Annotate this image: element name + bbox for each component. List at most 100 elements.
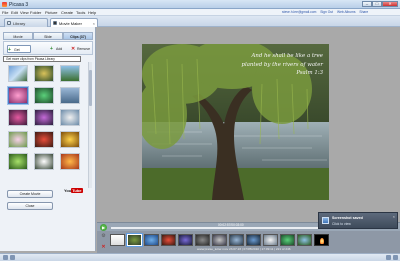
menu-edit[interactable]: Edit <box>11 10 18 15</box>
minimize-button[interactable]: – <box>362 1 372 7</box>
close-button[interactable]: Close <box>7 202 53 210</box>
status-bar <box>0 253 400 261</box>
playback-time: 00:02:57/00:03:00 <box>218 223 244 227</box>
tag-icon[interactable] <box>10 255 15 260</box>
filmstrip-thumbnail[interactable] <box>127 234 142 246</box>
share-link[interactable]: Share <box>359 10 368 14</box>
user-links: steve.h.lee@gmail.com Sign Out Web Album… <box>282 10 371 14</box>
picasa-logo-icon <box>2 2 7 7</box>
screenshot-icon <box>322 217 329 224</box>
screenshot-notification[interactable]: Screenshot saved Click to view × <box>318 212 398 229</box>
tab-clips[interactable]: Clips (37) <box>63 32 93 40</box>
clip-thumbnail[interactable] <box>34 65 54 82</box>
clip-thumbnail[interactable] <box>34 131 54 148</box>
filmstrip-thumbnail[interactable] <box>280 234 295 246</box>
settings-gear-icon[interactable]: ⚙ <box>100 233 107 239</box>
add-label: Add <box>56 47 63 51</box>
filmstrip-thumbnail[interactable] <box>212 234 227 246</box>
tab-movie-maker[interactable]: Movie Maker × <box>50 18 98 27</box>
preview-image[interactable]: And he shall be like a tree planted by t… <box>142 44 329 200</box>
clip-thumbnail[interactable] <box>8 65 28 82</box>
timeline-track[interactable] <box>111 227 331 229</box>
youtube-tube-label: Tube <box>71 188 83 193</box>
clip-thumbnail[interactable] <box>34 109 54 126</box>
flame-icon <box>320 238 324 244</box>
clips-toolbar: + Get More... + Add ✕ Remove <box>3 41 93 60</box>
filmstrip-caption: waterpraise_letter.mov 23.07.23 | 07/05/… <box>197 247 291 251</box>
filmstrip-thumbnail[interactable] <box>297 234 312 246</box>
user-email: steve.h.lee@gmail.com <box>282 10 317 14</box>
clip-thumbnail[interactable] <box>8 87 28 104</box>
filmstrip-thumbnail[interactable] <box>144 234 159 246</box>
title-bar: Picasa 3 – □ ✕ <box>0 0 400 9</box>
folder-icon[interactable] <box>3 255 8 260</box>
clip-thumbnail[interactable] <box>60 65 80 82</box>
notification-close-icon[interactable]: × <box>393 214 395 219</box>
tab-slide[interactable]: Slide <box>33 32 63 40</box>
preview-area: And he shall be like a tree planted by t… <box>97 27 400 223</box>
tab-library[interactable]: Library <box>4 18 48 27</box>
clip-thumbnail[interactable] <box>60 109 80 126</box>
scrollbar-thumb[interactable] <box>89 70 92 106</box>
filmstrip-thumbnail[interactable] <box>161 234 176 246</box>
youtube-upload-button[interactable]: YouTube <box>64 187 83 195</box>
filmstrip-thumbnail[interactable] <box>195 234 210 246</box>
tab-library-label: Library <box>13 21 26 26</box>
get-more-button[interactable]: + Get More... <box>7 45 31 60</box>
play-button[interactable]: ▶ <box>100 224 107 231</box>
remove-label: Remove <box>77 47 91 51</box>
clip-grid <box>6 65 86 185</box>
menu-help[interactable]: Help <box>88 10 96 15</box>
remove-icon: ✕ <box>71 46 76 52</box>
close-window-button[interactable]: ✕ <box>382 1 398 7</box>
filmstrip-thumbnail[interactable] <box>246 234 261 246</box>
clip-thumbnail[interactable] <box>60 87 80 104</box>
filmstrip-thumbnail[interactable] <box>229 234 244 246</box>
clip-thumbnail[interactable] <box>8 131 28 148</box>
get-more-tooltip: Get more clips from Picasa Library <box>3 56 81 62</box>
add-icon: + <box>50 46 53 52</box>
menu-file[interactable]: File <box>2 10 8 15</box>
filmstrip-thumbnail[interactable] <box>178 234 193 246</box>
notification-subtitle: Click to view <box>332 222 351 226</box>
clip-thumbnail[interactable] <box>60 131 80 148</box>
notification-title: Screenshot saved <box>332 216 363 220</box>
library-tab-icon <box>7 21 11 25</box>
film-tab-icon <box>53 21 57 25</box>
menu-folder[interactable]: Folder <box>30 10 41 15</box>
add-button[interactable]: + Add <box>50 45 68 53</box>
menu-view[interactable]: View <box>20 10 29 15</box>
remove-button[interactable]: ✕ Remove <box>71 45 93 53</box>
clip-thumbnail[interactable] <box>8 109 28 126</box>
menu-create[interactable]: Create <box>61 10 73 15</box>
app-tab-bar: Library Movie Maker × <box>0 16 400 27</box>
caption-line: And he shall be like a tree <box>251 53 323 59</box>
clip-thumbnail[interactable] <box>8 153 28 170</box>
sign-out-link[interactable]: Sign Out <box>320 10 333 14</box>
clip-grid-scrollbar[interactable] <box>88 62 92 188</box>
tab-movie-maker-label: Movie Maker <box>59 21 82 26</box>
resize-grip-icon[interactable] <box>393 255 398 260</box>
tab-movie[interactable]: Movie <box>3 32 33 40</box>
movie-end-marker[interactable] <box>314 234 329 246</box>
movie-maker-panel: Movie Slide Clips (37) + Get More... + A… <box>0 27 96 251</box>
filmstrip-thumbnail[interactable] <box>263 234 278 246</box>
filmstrip-thumbnail[interactable] <box>110 234 125 246</box>
delete-icon[interactable]: ✕ <box>100 244 107 250</box>
clip-thumbnail[interactable] <box>34 87 54 104</box>
clip-thumbnail[interactable] <box>60 153 80 170</box>
caption-line: planted by the rivers of water <box>241 61 323 68</box>
maximize-button[interactable]: □ <box>372 1 382 7</box>
window-title: Picasa 3 <box>9 2 29 8</box>
plus-icon: + <box>8 47 11 53</box>
clip-thumbnail[interactable] <box>34 153 54 170</box>
menu-tools[interactable]: Tools <box>76 10 85 15</box>
create-movie-button[interactable]: Create Movie <box>7 190 53 198</box>
photo-caption: And he shall be like a tree planted by t… <box>233 52 323 78</box>
view-icon[interactable] <box>386 255 391 260</box>
caption-line: Psalm 1:3 <box>296 70 323 76</box>
web-albums-link[interactable]: Web Albums <box>337 10 355 14</box>
panel-subtabs: Movie Slide Clips (37) <box>3 32 93 40</box>
menu-picture[interactable]: Picture <box>45 10 57 15</box>
filmstrip: ⚙ ✕ waterpraise_letter.mov 23.07.23 | 07… <box>97 231 400 253</box>
